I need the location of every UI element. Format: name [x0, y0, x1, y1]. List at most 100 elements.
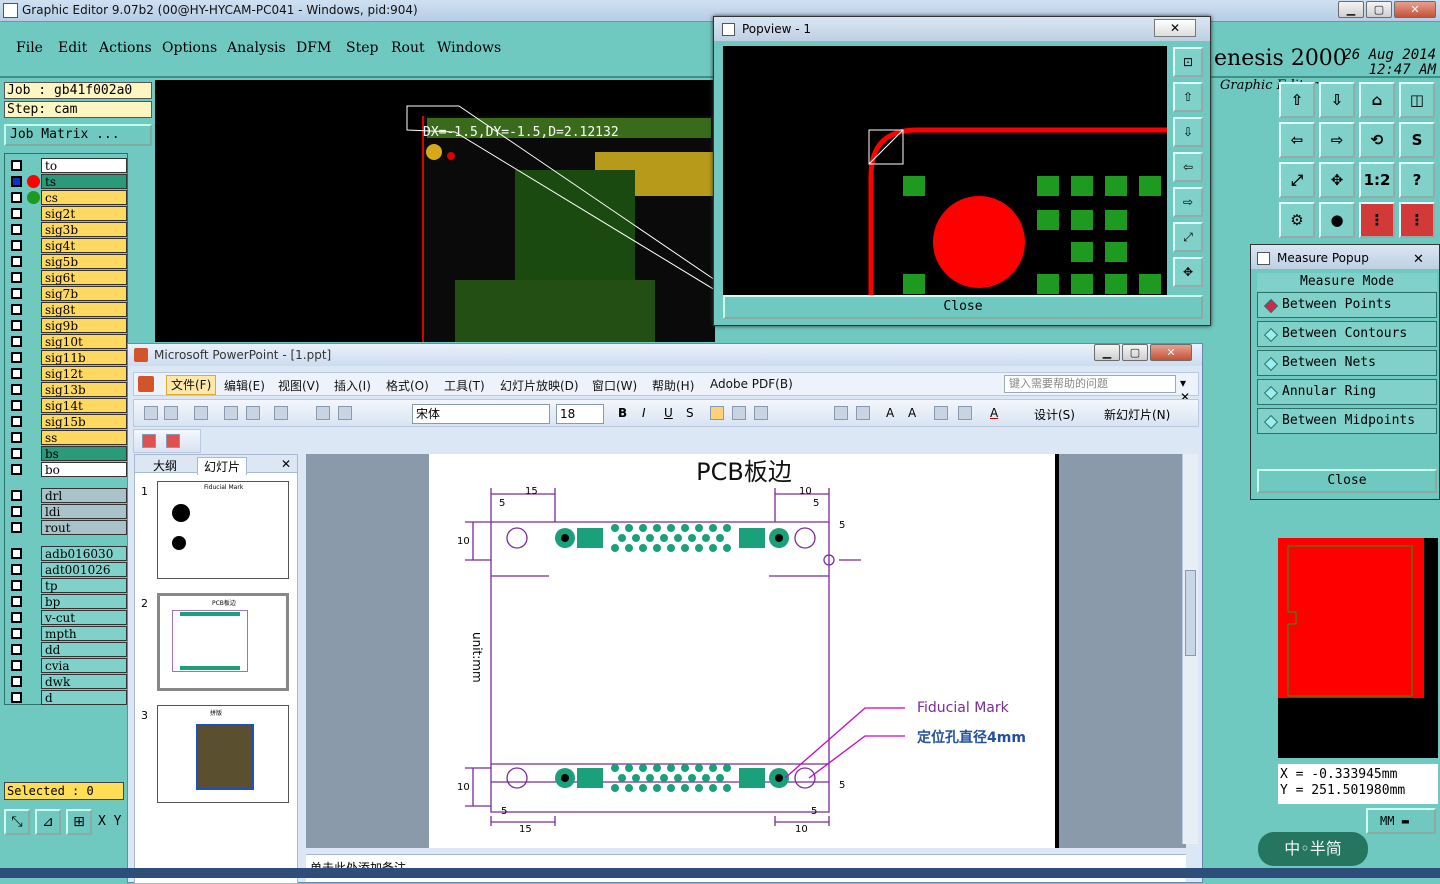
layer-row-sig5b[interactable]: sig5b [7, 254, 127, 270]
mode-annular-ring[interactable]: Annular Ring [1257, 379, 1437, 405]
menu-actions[interactable]: Actions [99, 40, 152, 56]
layer-checkbox[interactable] [11, 192, 22, 203]
minimize-button[interactable]: ▁ [1338, 1, 1364, 18]
mode-between-midpoints[interactable]: Between Midpoints [1257, 408, 1437, 434]
grow-font-icon[interactable]: A [886, 406, 894, 420]
layer-checkbox[interactable] [11, 256, 22, 267]
layer-checkbox[interactable] [11, 320, 22, 331]
layer-row-adb016030[interactable]: adb016030 [7, 546, 127, 562]
layer-row-dwk[interactable]: dwk [7, 674, 127, 690]
table-icon[interactable] [338, 406, 352, 420]
layer-checkbox[interactable] [11, 490, 22, 501]
layer-row-rout[interactable]: rout [7, 520, 127, 536]
layer-row-adt001026[interactable]: adt001026 [7, 562, 127, 578]
help-icon[interactable]: ? [1399, 162, 1435, 198]
pan-left-icon[interactable]: ⇦ [1279, 122, 1315, 158]
bullets-icon[interactable] [856, 406, 870, 420]
layer-checkbox[interactable] [11, 628, 22, 639]
measure-close-icon[interactable]: ✕ [1413, 247, 1424, 273]
ppt-menu-window[interactable]: 窗口(W) [592, 377, 637, 394]
menu-edit[interactable]: Edit [58, 40, 87, 56]
zoom-center-icon[interactable]: ✥ [1319, 162, 1355, 198]
mode-between-nets[interactable]: Between Nets [1257, 350, 1437, 376]
layer-checkbox[interactable] [11, 596, 22, 607]
step-up-icon[interactable]: ⇧ [1279, 82, 1315, 118]
copy-icon[interactable] [224, 406, 238, 420]
tab-slides[interactable]: 幻灯片 [197, 457, 248, 475]
ppt-doc-icon[interactable] [138, 376, 154, 392]
menu-dfm[interactable]: DFM [296, 40, 331, 56]
paste-icon[interactable] [246, 406, 260, 420]
ppt-menu-file[interactable]: 文件(F) [166, 375, 217, 395]
pdf-convert-icon[interactable] [142, 434, 156, 448]
layer-checkbox[interactable] [11, 660, 22, 671]
ppt-maximize-button[interactable]: ▢ [1122, 344, 1148, 361]
popview-close-button[interactable]: Close [723, 295, 1203, 319]
layer-row-cs[interactable]: cs [7, 190, 127, 206]
layer-row-sig10t[interactable]: sig10t [7, 334, 127, 350]
popview-down-icon[interactable]: ⇩ [1173, 117, 1203, 147]
layer-row-cvia[interactable]: cvia [7, 658, 127, 674]
layer-checkbox[interactable] [11, 612, 22, 623]
popview-up-icon[interactable]: ⇧ [1173, 82, 1203, 112]
snap-icon[interactable]: ⊿ [35, 809, 61, 835]
decrease-indent-icon[interactable] [934, 406, 948, 420]
ppt-menu-edit[interactable]: 编辑(E) [224, 377, 265, 394]
measure-icon[interactable]: ⋮ [1359, 202, 1395, 238]
numbering-icon[interactable] [834, 406, 848, 420]
ppt-menu-tools[interactable]: 工具(T) [444, 377, 485, 394]
layer-checkbox[interactable] [11, 384, 22, 395]
layer-row-sig14t[interactable]: sig14t [7, 398, 127, 414]
popview-fit-icon[interactable]: ⤢ [1173, 222, 1203, 252]
layer-row-sig12t[interactable]: sig12t [7, 366, 127, 382]
popview-canvas[interactable] [723, 46, 1167, 304]
layer-row-drl[interactable]: drl [7, 488, 127, 504]
layer-row-sig13b[interactable]: sig13b [7, 382, 127, 398]
tool-icon[interactable]: ⚙ [1279, 202, 1315, 238]
layer-row-d[interactable]: d [7, 690, 127, 706]
font-name-select[interactable]: 宋体 [412, 404, 550, 424]
ppt-menu-format[interactable]: 格式(O) [386, 377, 429, 394]
zoom-fit-icon[interactable]: ⤢ [1279, 162, 1315, 198]
layer-row-sig8t[interactable]: sig8t [7, 302, 127, 318]
layer-checkbox[interactable] [11, 240, 22, 251]
layer-checkbox[interactable] [11, 676, 22, 687]
job-matrix-button[interactable]: Job Matrix ... [4, 124, 152, 146]
step-down-icon[interactable]: ⇩ [1319, 82, 1355, 118]
layer-row-sig4t[interactable]: sig4t [7, 238, 127, 254]
align-left-icon[interactable] [710, 406, 724, 420]
undo-icon[interactable] [274, 406, 288, 420]
bold-icon[interactable]: B [618, 406, 627, 420]
graphic-canvas[interactable]: DX=-1.5,DY=-1.5,D=2.12132 [155, 80, 715, 342]
layer-checkbox[interactable] [11, 448, 22, 459]
scale-icon[interactable]: 1:2 [1359, 162, 1395, 198]
menu-analysis[interactable]: Analysis [227, 40, 286, 56]
layer-row-mpth[interactable]: mpth [7, 626, 127, 642]
mode-between-points[interactable]: Between Points [1257, 292, 1437, 318]
layer-row-ts[interactable]: ts [7, 174, 127, 190]
layer-checkbox[interactable] [11, 368, 22, 379]
layer-checkbox[interactable] [11, 272, 22, 283]
popview-close-icon[interactable]: ✕ [1154, 19, 1196, 37]
ppt-menu-adobe-pdf[interactable]: Adobe PDF(B) [710, 377, 793, 391]
layer-checkbox[interactable] [11, 644, 22, 655]
pane-close-icon[interactable]: ✕ [281, 457, 291, 471]
ppt-close-button[interactable]: ✕ [1150, 344, 1192, 361]
shadow-icon[interactable]: S [686, 406, 694, 420]
ppt-menu-insert[interactable]: 插入(I) [334, 377, 371, 394]
home-icon[interactable]: ⌂ [1359, 82, 1395, 118]
mirror-icon[interactable]: S [1399, 122, 1435, 158]
mode-between-contours[interactable]: Between Contours [1257, 321, 1437, 347]
design-button[interactable]: 设计(S) [1034, 406, 1075, 423]
layer-checkbox[interactable] [11, 548, 22, 559]
maximize-button[interactable]: ▢ [1366, 1, 1392, 18]
underline-icon[interactable]: U [664, 406, 673, 420]
menu-step[interactable]: Step [346, 40, 378, 56]
layer-row-dd[interactable]: dd [7, 642, 127, 658]
tab-outline[interactable]: 大纲 [153, 457, 177, 474]
layer-checkbox[interactable] [11, 416, 22, 427]
layer-checkbox[interactable] [11, 304, 22, 315]
slide-thumbnail[interactable]: 拼版 [157, 705, 289, 803]
layer-row-sig7b[interactable]: sig7b [7, 286, 127, 302]
align-right-icon[interactable] [754, 406, 768, 420]
